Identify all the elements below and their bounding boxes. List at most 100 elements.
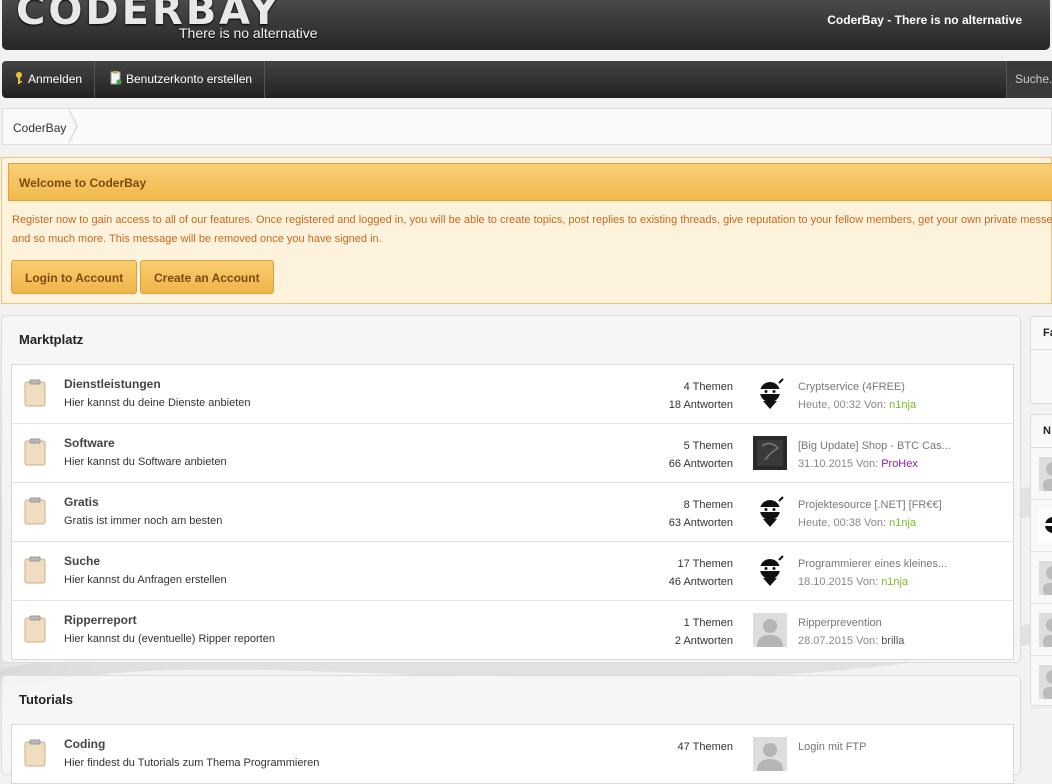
last-post-title[interactable]: Projektesource [.NET] [FR€€] [798,496,942,514]
forum-stats: 4 Themen 18 Antworten [669,378,733,414]
forum-stats: 47 Themen [678,738,733,756]
forum-stats: 17 Themen 46 Antworten [669,555,733,591]
login-to-account-button[interactable]: Login to Account [11,260,138,294]
forum-description: Gratis ist immer noch am besten [64,515,223,527]
forum-row[interactable]: Gratis Gratis ist immer noch am besten 8 T… [12,483,1013,542]
last-poster-avatar[interactable] [753,495,787,529]
last-post-info: [Big Update] Shop - BTC Cas... 31.10.2015… [798,437,951,473]
sidebar-avatar-item[interactable] [1031,500,1052,552]
last-post-meta: 28.07.2015 Von: brilla [798,632,904,650]
forum-name[interactable]: Coding [64,737,105,751]
last-poster-avatar[interactable] [753,737,787,771]
forum-row[interactable]: Suche Hier kannst du Anfragen erstellen 17… [12,542,1013,601]
sidebar-panel-title: N [1031,415,1052,448]
last-post-date: 28.07.2015 Von: [798,635,882,647]
last-post-meta: Heute, 00:38 Von: n1nja [798,514,942,532]
last-post-user[interactable]: ProHex [881,458,918,470]
sidebar-avatar-item[interactable] [1031,656,1052,708]
forum-list: Dienstleistungen Hier kannst du deine Die… [11,364,1014,660]
last-post-user[interactable]: n1nja [889,399,916,411]
ninja-avatar-icon [1039,509,1052,543]
topic-count: 8 Themen [683,499,733,511]
reply-count: 46 Antworten [668,576,733,588]
last-post-user[interactable]: n1nja [889,517,916,529]
user-navbar: Anmelden Benutzerkonto erstellen Suche..… [2,61,1052,98]
create-account-button[interactable]: Create an Account [140,260,274,294]
forum-description: Hier findest du Tutorials zum Thema Prog… [64,757,320,769]
sidebar-avatar-item[interactable] [1031,604,1052,656]
last-poster-avatar[interactable] [753,554,787,588]
forum-read-icon [24,497,46,525]
reply-count: 2 Antworten [674,635,733,647]
sidebar-panel-members: N [1030,414,1052,708]
last-post-title[interactable]: Ripperprevention [798,614,904,632]
forum-name[interactable]: Gratis [64,495,99,509]
sidebar-avatar-item[interactable] [1031,448,1052,500]
forum-description: Hier kannst du Software anbieten [64,456,227,468]
clipboard-add-icon [110,61,122,98]
forum-read-icon [24,438,46,466]
welcome-message: Register now to gain access to all of ou… [12,211,1052,249]
forum-read-icon [24,615,46,643]
forum-row[interactable]: Software Hier kannst du Software anbieten… [12,424,1013,483]
last-post-date: 31.10.2015 Von: [798,458,882,470]
last-poster-avatar[interactable] [753,377,787,411]
register-label: Benutzerkonto erstellen [126,72,253,86]
last-post-meta: 31.10.2015 Von: ProHex [798,455,951,473]
last-poster-avatar[interactable] [753,613,787,647]
last-post-info: Programmierer eines kleines... 18.10.2015… [798,555,947,591]
last-post-info: Login mit FTP [798,738,866,756]
forum-description: Hier kannst du Anfragen erstellen [64,574,227,586]
forum-list: Coding Hier findest du Tutorials zum Them… [11,724,1014,784]
category-title[interactable]: Tutorials [19,692,73,707]
sidebar-panel-title: Fa [1031,317,1052,350]
forum-row[interactable]: Ripperreport Hier kannst du (eventuelle) … [12,601,1013,659]
last-post-title[interactable]: Cryptservice (4FREE) [798,378,916,396]
site-header: CODERBAY There is no alternative CoderBa… [2,0,1050,50]
last-post-user[interactable]: brilla [881,635,904,647]
last-post-title[interactable]: Login mit FTP [798,738,866,756]
default-avatar-icon [1039,561,1052,595]
site-tagline: There is no alternative [179,25,318,41]
category-title[interactable]: Marktplatz [19,332,83,347]
last-post-date: 18.10.2015 Von: [798,576,882,588]
login-link[interactable]: Anmelden [2,61,96,98]
reply-count: 63 Antworten [668,517,733,529]
breadcrumb-home[interactable]: CoderBay [13,121,66,135]
topic-count: 17 Themen [677,558,733,570]
welcome-box: Welcome to CoderBay Register now to gain… [1,157,1052,304]
forum-name[interactable]: Dienstleistungen [64,377,161,391]
last-post-date: Heute, 00:38 Von: [798,517,890,529]
category-tutorials: Tutorials Coding Hier findest du Tutorial… [1,675,1021,784]
last-post-title[interactable]: Programmierer eines kleines... [798,555,947,573]
forum-read-icon [24,739,46,767]
key-icon [14,61,24,98]
welcome-header: Welcome to CoderBay [8,163,1052,201]
forum-name[interactable]: Ripperreport [64,613,137,627]
last-post-date: Heute, 00:32 Von: [798,399,890,411]
header-title: CoderBay - There is no alternative [827,13,1022,27]
default-avatar-icon [1039,665,1052,699]
last-post-user[interactable]: n1nja [881,576,908,588]
sidebar-avatar-item[interactable] [1031,552,1052,604]
default-avatar-icon [1039,457,1052,491]
forum-name[interactable]: Suche [64,554,100,568]
welcome-title: Welcome to CoderBay [19,176,147,190]
reply-count: 66 Antworten [668,458,733,470]
register-link[interactable]: Benutzerkonto erstellen [98,61,266,98]
forum-row[interactable]: Coding Hier findest du Tutorials zum Them… [12,725,1013,783]
welcome-line-1: Register now to gain access to all of ou… [12,214,1052,226]
forum-name[interactable]: Software [64,436,115,450]
search-input[interactable]: Suche... [1006,61,1052,98]
forum-description: Hier kannst du (eventuelle) Ripper repor… [64,633,275,645]
reply-count: 18 Antworten [668,399,733,411]
forum-read-icon [24,379,46,407]
forum-row[interactable]: Dienstleistungen Hier kannst du deine Die… [12,365,1013,424]
login-label: Anmelden [28,72,83,86]
breadcrumb-separator [68,108,78,144]
last-post-meta: Heute, 00:32 Von: n1nja [798,396,916,414]
breadcrumb: CoderBay [2,108,1052,145]
last-poster-avatar[interactable] [753,436,787,470]
last-post-title[interactable]: [Big Update] Shop - BTC Cas... [798,437,951,455]
welcome-line-2: and so much more. This message will be r… [12,233,382,245]
